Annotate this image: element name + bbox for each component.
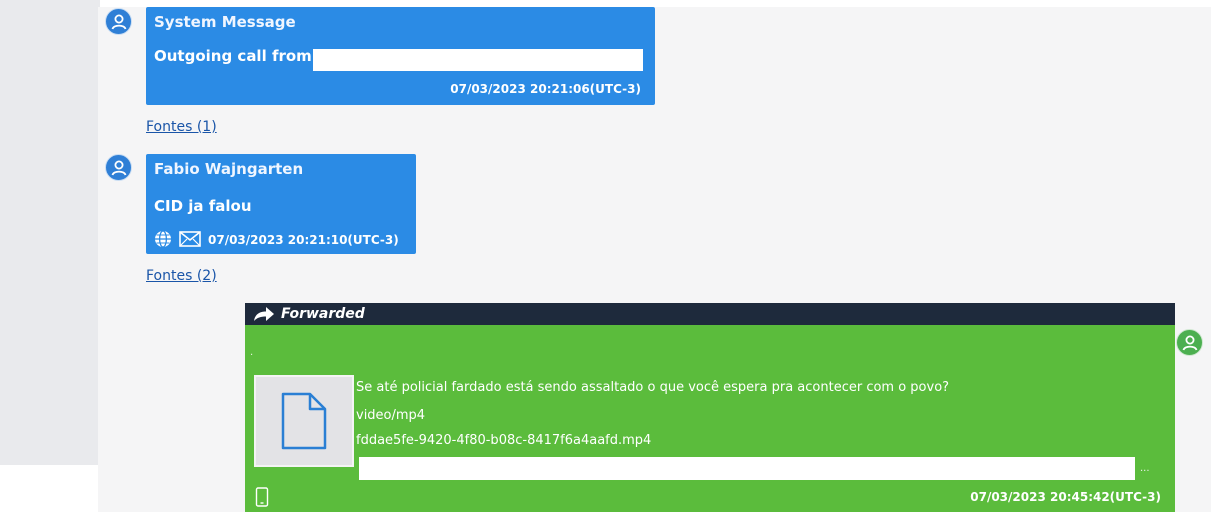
attachment-thumbnail[interactable] <box>254 375 354 467</box>
user-icon <box>111 14 126 29</box>
file-icon <box>281 392 327 450</box>
message-timestamp: 07/03/2023 20:21:10(UTC-3) <box>208 233 399 247</box>
message-bubble-contact: Fabio Wajngarten CID ja falou 07/03/2023… <box>146 154 416 254</box>
attachment-mime-type: video/mp4 <box>356 408 426 423</box>
forwarded-label: Forwarded <box>281 306 365 322</box>
forward-arrow-icon <box>254 307 274 321</box>
message-timestamp: 07/03/2023 20:21:06(UTC-3) <box>450 82 641 96</box>
forwarded-header: Forwarded <box>245 303 1175 325</box>
message-sender: System Message <box>154 13 296 31</box>
message-text: CID ja falou <box>154 197 252 215</box>
message-bubble-forwarded: . Se até policial fardado está sendo ass… <box>245 325 1175 512</box>
avatar-icon <box>105 154 132 181</box>
message-text: Outgoing call from <box>154 47 312 65</box>
redaction-block <box>313 49 643 71</box>
overflow-ellipsis: ... <box>1140 463 1150 474</box>
message-timestamp: 07/03/2023 20:45:42(UTC-3) <box>970 490 1161 504</box>
attachment-filename[interactable]: fddae5fe-9420-4f80-b08c-8417f6a4aafd.mp4 <box>356 433 651 448</box>
avatar-icon <box>1176 329 1203 356</box>
phone-icon <box>255 487 269 507</box>
sources-link[interactable]: Fontes (1) <box>146 119 217 135</box>
message-sender: Fabio Wajngarten <box>154 160 304 178</box>
sources-link[interactable]: Fontes (2) <box>146 268 217 284</box>
globe-icon <box>155 230 171 248</box>
envelope-icon <box>179 231 201 247</box>
avatar-icon <box>105 8 132 35</box>
redaction-block <box>359 457 1135 480</box>
side-panel <box>0 0 100 465</box>
user-icon <box>1182 335 1197 350</box>
user-icon <box>111 160 126 175</box>
attachment-caption: Se até policial fardado está sendo assal… <box>356 380 950 395</box>
message-bubble-system: System Message Outgoing call from 07/03/… <box>146 7 655 105</box>
separator-dot: . <box>250 347 254 358</box>
